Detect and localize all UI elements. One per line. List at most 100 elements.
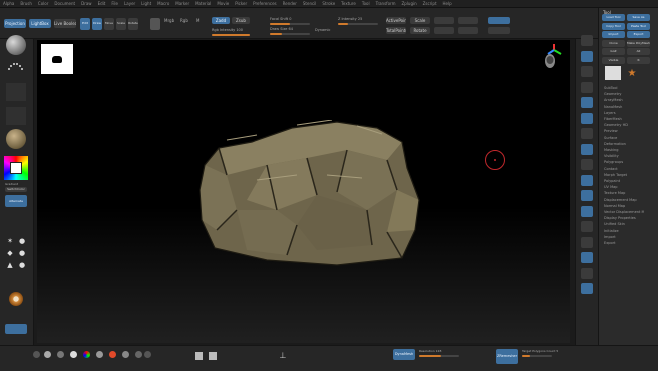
tray-menu-vector-displacement-map[interactable]: Vector Displacement Map [604,210,644,214]
menu-item-zplugin[interactable]: Zplugin [399,0,420,6]
menu-item-material[interactable]: Material [192,0,214,6]
tray-menu-polypaint[interactable]: Polypaint [604,179,644,183]
scale-icon[interactable] [581,190,593,201]
tray-button-make-polymesh3d[interactable]: Make PolyMesh3D [627,39,650,47]
bottom-circle-icon-1[interactable] [33,351,40,358]
tray-menu-geometry-hd[interactable]: Geometry HD [604,123,644,127]
bottom-circle-icon-3[interactable] [57,351,64,358]
focal-shift-slider[interactable] [270,23,310,25]
brush-tip-icon-2[interactable]: ● [18,237,26,245]
m-label[interactable]: M [196,18,199,23]
scale-button[interactable]: Scale [116,18,126,30]
menu-item-macro[interactable]: Macro [154,0,172,6]
tray-menu-display-properties[interactable]: Display Properties [604,216,644,220]
axis-gizmo-icon[interactable] [539,42,569,72]
dynamesh-button[interactable]: DynaMesh [393,349,415,360]
z-intensity-slider[interactable] [338,23,378,25]
tray-menu-uv-map[interactable]: UV Map [604,185,644,189]
menu-item-movie[interactable]: Movie [214,0,232,6]
menu-item-edit[interactable]: Edit [95,0,109,6]
xyz-icon[interactable] [581,143,593,155]
lightbox-button[interactable]: LightBox [29,19,51,28]
tray-button-r[interactable]: R [627,56,650,64]
rock-sculpt[interactable] [197,120,427,270]
tray-menu-geometry[interactable]: Geometry [604,92,644,96]
menu-item-alpha[interactable]: Alpha [0,0,17,6]
live-boolean-button[interactable]: Live Boolean [54,19,76,28]
tray-button-export[interactable]: Export [627,31,650,38]
bottom-color-icon[interactable] [83,351,90,358]
tray-button-import[interactable]: Import [602,31,625,38]
draw-button[interactable]: Draw [92,18,102,30]
menu-item-picker[interactable]: Picker [232,0,250,6]
zadd-button[interactable]: Zadd [212,17,230,24]
menu-item-draw[interactable]: Draw [78,0,94,6]
toolbar-slot-3[interactable] [458,17,478,24]
tray-menu-import[interactable]: Import [604,235,644,239]
tray-menu-export[interactable]: Export [604,241,644,245]
bottom-circle-icon-7[interactable] [135,351,142,358]
target-polygons-slider[interactable] [522,355,552,357]
frame-icon[interactable] [581,159,593,170]
tray-menu-initialize[interactable]: Initialize [604,229,644,233]
floor-icon[interactable] [581,112,593,124]
menu-item-color[interactable]: Color [35,0,51,6]
bottom-circle-icon-4[interactable] [70,351,77,358]
zremesher-button[interactable]: ZRemesher [496,349,518,364]
move-button[interactable]: Move [104,18,114,30]
menu-item-preferences[interactable]: Preferences [250,0,280,6]
tray-button-all[interactable]: All [627,48,650,55]
document-canvas[interactable] [37,40,570,343]
tray-menu-arraymesh[interactable]: ArrayMesh [604,98,644,102]
menu-item-brush[interactable]: Brush [17,0,35,6]
alternate-button[interactable]: Alternate [5,195,27,207]
bottom-circle-icon-5[interactable] [96,351,103,358]
actual-icon[interactable] [581,66,593,77]
tray-button-save-as[interactable]: Save As [627,14,650,21]
mrgb-label[interactable]: Mrgb [164,18,174,23]
bottom-gizmo-icon[interactable]: ⊥ [278,349,288,361]
material-sphere-icon[interactable] [6,129,26,149]
menu-item-stencil[interactable]: Stencil [300,0,320,6]
star-icon[interactable]: ★ [625,66,639,80]
menu-item-marker[interactable]: Marker [172,0,192,6]
bottom-circle-icon-2[interactable] [44,351,51,358]
tray-menu-surface[interactable]: Surface [604,136,644,140]
brush-tip-icon-1[interactable]: ✶ [6,237,14,245]
texture-slot-icon[interactable] [6,107,26,125]
tray-button-load-tool[interactable]: Load Tool [602,14,625,21]
tray-menu-deformation[interactable]: Deformation [604,142,644,146]
solo-icon[interactable] [581,267,593,279]
toolbar-slot-5[interactable] [488,17,510,24]
resolution-slider[interactable] [419,355,459,357]
persp-icon[interactable] [581,97,593,108]
zoom-icon[interactable] [581,50,593,62]
bottom-tool-icon-1[interactable] [195,352,203,360]
tray-menu-layers[interactable]: Layers [604,111,644,115]
tray-menu-polygroups[interactable]: Polygroups [604,160,644,164]
tray-button-paste-tool[interactable]: Paste Tool [627,22,650,30]
toolbar-slot-2[interactable] [434,27,454,34]
brush-tip-icon-4[interactable]: ● [18,249,26,257]
menu-item-stroke[interactable]: Stroke [319,0,338,6]
bottom-circle-icon-6[interactable] [122,351,129,358]
bottom-red-icon[interactable] [109,351,116,358]
bottom-circle-icon-8[interactable] [144,351,151,358]
ghost-icon[interactable] [581,252,593,263]
toolbar-slot-1[interactable] [434,17,454,24]
menu-item-render[interactable]: Render [280,0,300,6]
tray-menu-masking[interactable]: Masking [604,148,644,152]
projection-button[interactable]: Projection [4,19,26,28]
tray-menu-fibermesh[interactable]: FiberMesh [604,117,644,121]
alpha-slot-icon[interactable] [6,83,26,101]
move-icon[interactable] [581,174,593,186]
brush-tip-icon-3[interactable]: ◆ [6,249,14,257]
zsub-button[interactable]: Zsub [232,17,250,24]
tray-menu-contact[interactable]: Contact [604,167,644,171]
brush-tip-icon-6[interactable]: ● [18,261,26,269]
xpose-icon[interactable] [581,283,593,294]
tray-menu-normal-map[interactable]: Normal Map [604,204,644,208]
menu-item-zscript[interactable]: Zscript [420,0,440,6]
menu-item-help[interactable]: Help [440,0,455,6]
rotate-icon[interactable] [581,205,593,217]
